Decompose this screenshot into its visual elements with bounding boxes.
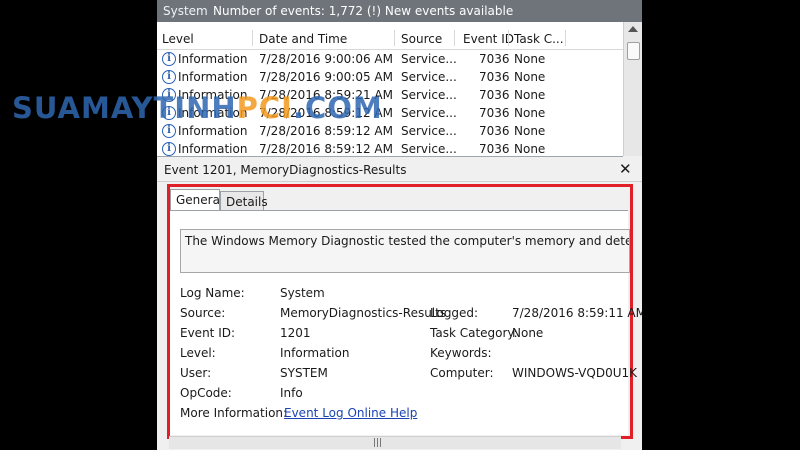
- tab-details-label: Details: [226, 195, 268, 209]
- table-row[interactable]: i Information 7/28/2016 9:00:06 AM Servi…: [157, 50, 623, 68]
- log-name: System: [163, 4, 208, 18]
- events-table[interactable]: Level Date and Time Source Event ID Task…: [157, 22, 623, 157]
- level-value: Information: [280, 346, 350, 360]
- row-datetime: 7/28/2016 8:59:12 AM: [259, 142, 393, 156]
- detail-horizontal-scrollbar[interactable]: |||: [169, 436, 621, 449]
- row-event-id: 7036: [479, 52, 510, 66]
- detail-tabs: General Details: [170, 189, 624, 211]
- info-icon: i: [162, 142, 176, 156]
- close-icon[interactable]: ✕: [619, 160, 632, 178]
- info-icon: i: [162, 70, 176, 84]
- row-event-id: 7036: [479, 88, 510, 102]
- row-source: Service...: [401, 70, 457, 84]
- row-task: None: [514, 142, 546, 156]
- row-level: Information: [178, 70, 248, 84]
- column-source[interactable]: Source: [401, 32, 442, 46]
- row-level: Information: [178, 52, 248, 66]
- opcode-label: OpCode:: [180, 386, 232, 400]
- general-tab-body: The Windows Memory Diagnostic tested the…: [170, 210, 642, 435]
- table-row[interactable]: i Information 7/28/2016 8:59:12 AM Servi…: [157, 140, 623, 156]
- logged-value: 7/28/2016 8:59:11 AM: [512, 306, 642, 320]
- table-row[interactable]: i Information 7/28/2016 9:00:05 AM Servi…: [157, 68, 623, 86]
- row-level: Information: [178, 142, 248, 156]
- watermark-main: SUAMAYTINH: [12, 91, 237, 125]
- row-source: Service...: [401, 88, 457, 102]
- keywords-label: Keywords:: [430, 346, 492, 360]
- detail-pane-title-bar: Event 1201, MemoryDiagnostics-Results ✕: [157, 157, 642, 182]
- computer-value: WINDOWS-VQD0U1K: [512, 366, 637, 380]
- opcode-value: Info: [280, 386, 303, 400]
- events-vertical-scrollbar[interactable]: [623, 22, 642, 156]
- user-value: SYSTEM: [280, 366, 328, 380]
- event-id-label: Event ID:: [180, 326, 236, 340]
- source-value: MemoryDiagnostics-Results: [280, 306, 447, 320]
- row-source: Service...: [401, 142, 457, 156]
- row-event-id: 7036: [479, 70, 510, 84]
- detail-title: Event 1201, MemoryDiagnostics-Results: [164, 163, 407, 177]
- event-log-online-help-link[interactable]: Event Log Online Help: [284, 406, 417, 420]
- event-description: The Windows Memory Diagnostic tested the…: [185, 234, 630, 248]
- log-name-label: Log Name:: [180, 286, 245, 300]
- row-task: None: [514, 124, 546, 138]
- info-icon: i: [162, 124, 176, 138]
- watermark-logo: SUAMAYTINHPCI.COM: [12, 91, 383, 125]
- event-details-highlight: General Details The Windows Memory Diagn…: [167, 184, 642, 439]
- scroll-up-arrow-icon[interactable]: [628, 26, 638, 32]
- event-count-summary: Number of events: 1,772 (!) New events a…: [213, 4, 514, 18]
- row-datetime: 7/28/2016 9:00:06 AM: [259, 52, 393, 66]
- row-task: None: [514, 52, 546, 66]
- row-event-id: 7036: [479, 142, 510, 156]
- tab-general[interactable]: General: [170, 189, 224, 211]
- computer-label: Computer:: [430, 366, 494, 380]
- event-description-box[interactable]: The Windows Memory Diagnostic tested the…: [180, 229, 630, 273]
- row-event-id: 7036: [479, 124, 510, 138]
- tab-details[interactable]: Details: [220, 191, 268, 211]
- row-event-id: 7036: [479, 106, 510, 120]
- source-label: Source:: [180, 306, 226, 320]
- row-source: Service...: [401, 124, 457, 138]
- more-information-label: More Information:: [180, 406, 288, 420]
- row-datetime: 7/28/2016 8:59:12 AM: [259, 124, 393, 138]
- column-event-id[interactable]: Event ID: [463, 32, 514, 46]
- event-viewer-window: System Number of events: 1,772 (!) New e…: [157, 0, 642, 450]
- log-header: System Number of events: 1,772 (!) New e…: [157, 0, 642, 22]
- scroll-grip-icon[interactable]: |||: [373, 438, 382, 448]
- tab-general-label: General: [176, 193, 224, 207]
- left-black-margin: [0, 0, 157, 450]
- info-icon: i: [162, 52, 176, 66]
- task-category-value: None: [512, 326, 544, 340]
- row-source: Service...: [401, 106, 457, 120]
- row-task: None: [514, 70, 546, 84]
- column-task-category[interactable]: Task C...: [514, 32, 564, 46]
- watermark-accent: PCI: [236, 91, 293, 125]
- task-category-label: Task Category:: [430, 326, 518, 340]
- user-label: User:: [180, 366, 212, 380]
- row-task: None: [514, 88, 546, 102]
- level-label: Level:: [180, 346, 216, 360]
- watermark-suffix: .COM: [292, 91, 383, 125]
- row-source: Service...: [401, 52, 457, 66]
- column-level[interactable]: Level: [162, 32, 194, 46]
- row-datetime: 7/28/2016 9:00:05 AM: [259, 70, 393, 84]
- column-header-row: Level Date and Time Source Event ID Task…: [157, 27, 623, 50]
- column-date-time[interactable]: Date and Time: [259, 32, 347, 46]
- row-level: Information: [178, 124, 248, 138]
- logged-label: Logged:: [430, 306, 479, 320]
- row-task: None: [514, 106, 546, 120]
- log-name-value: System: [280, 286, 325, 300]
- event-id-value: 1201: [280, 326, 311, 340]
- right-black-margin: [642, 0, 800, 450]
- scroll-thumb[interactable]: [627, 42, 640, 60]
